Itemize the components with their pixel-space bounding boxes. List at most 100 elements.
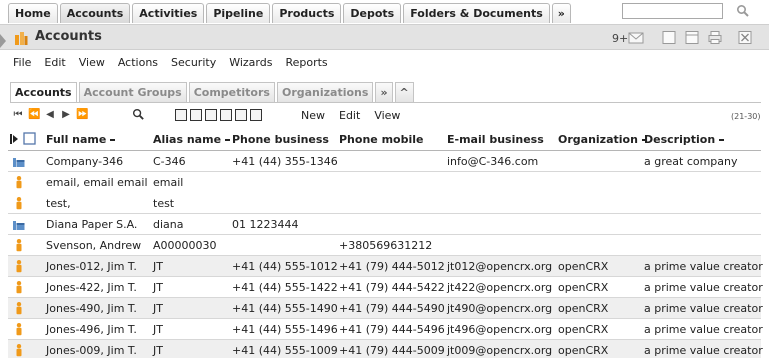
cell-full-name[interactable]: test, — [46, 197, 71, 210]
cell-full-name[interactable]: Svenson, Andrew — [46, 239, 141, 252]
person-icon[interactable] — [12, 259, 26, 273]
subtab-more-button[interactable]: » — [375, 82, 393, 102]
tab-accounts[interactable]: Accounts — [59, 3, 131, 23]
tab-pipeline[interactable]: Pipeline — [206, 3, 271, 23]
subtab-organizations[interactable]: Organizations — [276, 82, 374, 102]
fast-back-icon[interactable]: ⏪ — [28, 109, 40, 121]
first-page-icon[interactable]: ⏮ — [12, 109, 24, 121]
menu-edit[interactable]: Edit — [44, 56, 65, 69]
more-tabs-button[interactable]: » — [551, 3, 571, 23]
grid-view-button[interactable]: View — [374, 109, 400, 122]
cell-full-name[interactable]: email, email email — [46, 176, 148, 189]
next-page-icon[interactable]: ▶ — [60, 109, 72, 121]
cell-email[interactable]: jt490@opencrx.org — [447, 302, 552, 315]
table-row[interactable]: Jones-012, Jim T. JT +41 (44) 555-1012 +41 … — [8, 256, 763, 277]
cell-email[interactable]: info@C-346.com — [447, 155, 538, 168]
menu-reports[interactable]: Reports — [285, 56, 327, 69]
menu-security[interactable]: Security — [171, 56, 216, 69]
cell-phone: +41 (44) 355-1346 — [232, 155, 338, 168]
cell-phone: +41 (44) 555-1490 — [232, 302, 338, 315]
cell-full-name[interactable]: Jones-012, Jim T. — [46, 260, 137, 273]
accounts-table: Full name Alias name Phone business Phon… — [8, 128, 763, 358]
page-header: Accounts 9+ — [0, 24, 769, 50]
cell-mobile: +41 (79) 444-5009 — [339, 344, 445, 357]
person-icon[interactable] — [12, 175, 26, 189]
table-row[interactable]: Jones-009, Jim T. JT +41 (44) 555-1009 +41 … — [8, 340, 763, 358]
cell-phone: +41 (44) 555-1496 — [232, 323, 338, 336]
cell-full-name[interactable]: Jones-422, Jim T. — [46, 281, 137, 294]
person-icon[interactable] — [12, 343, 26, 357]
column-description[interactable]: Description — [644, 133, 725, 146]
menu-file[interactable]: File — [13, 56, 31, 69]
settings-icon[interactable] — [220, 109, 232, 121]
person-icon[interactable] — [12, 196, 26, 210]
grid-new-button[interactable]: New — [301, 109, 325, 122]
layout-icon[interactable] — [684, 30, 700, 45]
column-phone-business[interactable]: Phone business — [232, 133, 329, 146]
table-row[interactable]: Company-346 C-346 +41 (44) 355-1346 info@C-… — [8, 151, 761, 172]
cell-email[interactable]: jt012@opencrx.org — [447, 260, 552, 273]
print-icon[interactable] — [707, 30, 723, 45]
table-row[interactable]: email, email email email — [8, 172, 761, 193]
grid-search-icon[interactable] — [132, 108, 145, 121]
cell-phone: +41 (44) 555-1422 — [232, 281, 338, 294]
column-alias-name[interactable]: Alias name — [153, 133, 231, 146]
person-icon[interactable] — [12, 280, 26, 294]
cell-full-name[interactable]: Jones-496, Jim T. — [46, 323, 137, 336]
side-panel-toggle-icon[interactable] — [0, 34, 6, 48]
table-row[interactable]: Jones-422, Jim T. JT +41 (44) 555-1422 +41 … — [8, 277, 763, 298]
cell-email[interactable]: jt496@opencrx.org — [447, 323, 552, 336]
cell-full-name[interactable]: Jones-490, Jim T. — [46, 302, 137, 315]
notification-count[interactable]: 9+ — [612, 32, 628, 45]
tab-activities[interactable]: Activities — [132, 3, 205, 23]
grid-edit-button[interactable]: Edit — [339, 109, 360, 122]
menu-view[interactable]: View — [79, 56, 105, 69]
column-phone-mobile[interactable]: Phone mobile — [339, 133, 423, 146]
subtab-competitors[interactable]: Competitors — [188, 82, 275, 102]
tab-folders-documents[interactable]: Folders & Documents — [403, 3, 550, 23]
check-all-icon[interactable] — [235, 109, 247, 121]
column-email-business[interactable]: E-mail business — [447, 133, 544, 146]
person-icon[interactable] — [12, 238, 26, 252]
tab-products[interactable]: Products — [272, 3, 342, 23]
table-row[interactable]: Jones-496, Jim T. JT +41 (44) 555-1496 +41 … — [8, 319, 763, 340]
table-row[interactable]: Diana Paper S.A. diana 01 1223444 — [8, 214, 761, 235]
tab-depots[interactable]: Depots — [343, 3, 402, 23]
subtab-account-groups[interactable]: Account Groups — [78, 82, 187, 102]
tab-home[interactable]: Home — [8, 3, 58, 23]
cell-full-name[interactable]: Diana Paper S.A. — [46, 218, 137, 231]
person-icon[interactable] — [12, 301, 26, 315]
window-icon[interactable] — [661, 30, 677, 45]
delete-filter-icon[interactable] — [175, 109, 187, 121]
previous-page-icon[interactable]: ◀ — [44, 109, 56, 121]
cell-email[interactable]: jt422@opencrx.org — [447, 281, 552, 294]
company-icon[interactable] — [12, 217, 26, 231]
table-row[interactable]: test, test — [8, 193, 761, 214]
subtab-collapse-button[interactable]: ^ — [394, 82, 414, 102]
search-input[interactable] — [622, 3, 723, 19]
select-all-icon[interactable] — [10, 132, 36, 146]
cell-email[interactable]: jt009@opencrx.org — [447, 344, 552, 357]
cell-full-name[interactable]: Company-346 — [46, 155, 123, 168]
table-row[interactable]: Jones-490, Jim T. JT +41 (44) 555-1490 +41 … — [8, 298, 763, 319]
list-view-icon[interactable] — [250, 109, 262, 121]
accounts-icon — [15, 32, 28, 45]
column-filter-icon[interactable] — [190, 109, 202, 121]
company-icon[interactable] — [12, 154, 26, 168]
table-row[interactable]: Svenson, Andrew A00000030 +380569631212 — [8, 235, 761, 256]
mail-icon[interactable] — [628, 30, 644, 45]
subtab-accounts[interactable]: Accounts — [10, 82, 77, 103]
cell-full-name[interactable]: Jones-009, Jim T. — [46, 344, 137, 357]
menu-wizards[interactable]: Wizards — [229, 56, 272, 69]
page-title: Accounts — [35, 29, 102, 44]
search-icon[interactable] — [736, 4, 750, 18]
menu-actions[interactable]: Actions — [118, 56, 158, 69]
show-rows-icon[interactable] — [205, 109, 217, 121]
column-organization[interactable]: Organization — [558, 133, 647, 146]
fast-forward-icon[interactable]: ⏩ — [76, 109, 88, 121]
close-icon[interactable] — [737, 30, 753, 45]
person-icon[interactable] — [12, 322, 26, 336]
page-range: (21-30) — [731, 112, 761, 121]
menu-bar: File Edit View Actions Security Wizards … — [13, 56, 341, 69]
column-full-name[interactable]: Full name — [46, 133, 116, 146]
